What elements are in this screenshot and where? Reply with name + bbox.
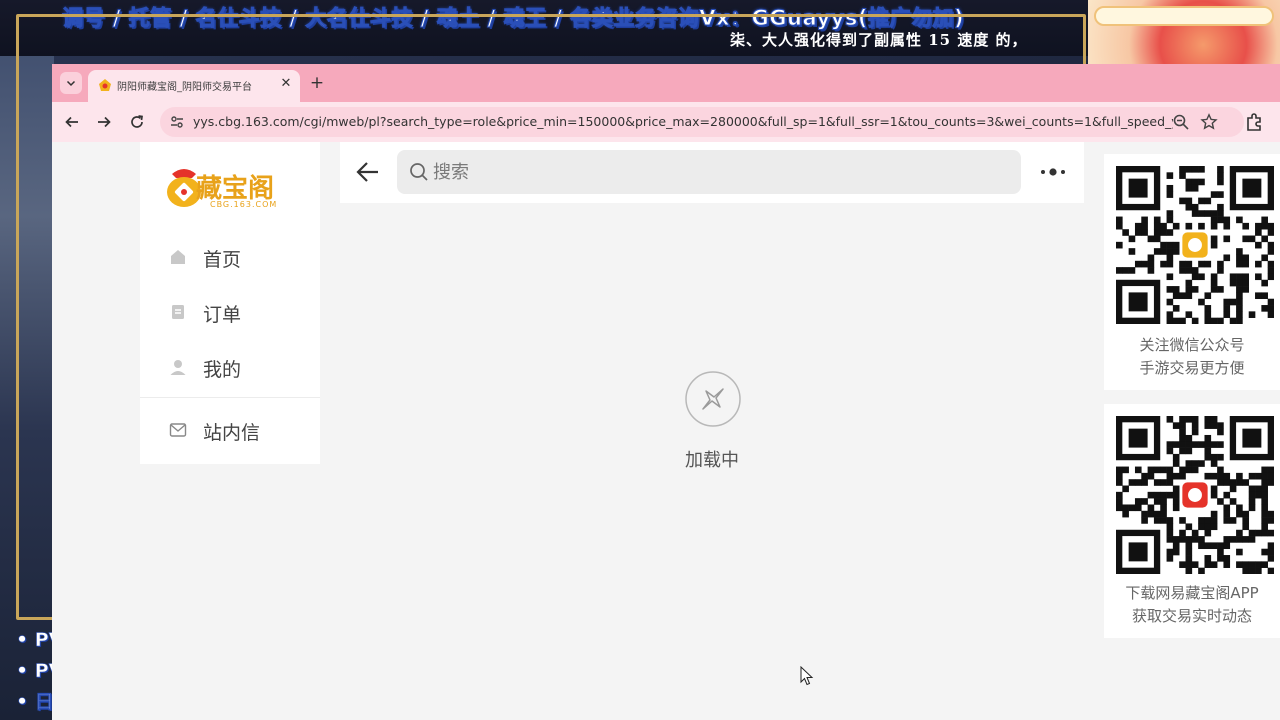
side-bullet-list: • PV • PV • 日 xyxy=(16,626,56,719)
qr-caption-line: 获取交易实时动态 xyxy=(1131,607,1252,625)
order-icon xyxy=(172,305,184,319)
tab-close-icon[interactable]: ✕ xyxy=(276,74,296,94)
url-text[interactable]: yys.cbg.163.com/cgi/mweb/pl?search_type=… xyxy=(193,114,1173,129)
browser-window: 阴阳师藏宝阁_阴阳师交易平台 ✕ + yys.cbg.163.com/cgi/m… xyxy=(52,64,1280,720)
tab-strip: 阴阳师藏宝阁_阴阳师交易平台 ✕ + xyxy=(52,64,1280,102)
app-qr-code xyxy=(1116,416,1274,574)
zoom-icon[interactable] xyxy=(1172,113,1190,131)
qr-caption-line: 手游交易更方便 xyxy=(1139,359,1245,377)
qr-card-app: 下载网易藏宝阁APP 获取交易实时动态 xyxy=(1104,404,1280,638)
address-bar[interactable]: yys.cbg.163.com/cgi/mweb/pl?search_type=… xyxy=(160,107,1244,137)
back-arrow-icon[interactable] xyxy=(354,158,382,186)
qr-caption-line: 关注微信公众号 xyxy=(1139,336,1245,354)
arrow-left-icon xyxy=(65,116,78,128)
mail-icon xyxy=(169,423,187,437)
mouse-cursor-icon xyxy=(800,666,814,686)
tab-active[interactable]: 阴阳师藏宝阁_阴阳师交易平台 ✕ xyxy=(88,70,300,102)
user-icon xyxy=(170,360,186,375)
qr-card-wechat: 关注微信公众号 手游交易更方便 xyxy=(1104,154,1280,390)
site-info-icon[interactable] xyxy=(168,113,186,131)
tab-title: 阴阳师藏宝阁_阴阳师交易平台 xyxy=(117,82,252,93)
nav-divider xyxy=(140,397,320,398)
nav-item-orders[interactable]: 订单 xyxy=(140,288,320,336)
logo-subtitle: CBG.163.COM xyxy=(210,200,278,209)
nav-item-label: 我的 xyxy=(203,359,242,381)
side-bullet: • 日 xyxy=(16,691,54,714)
reload-icon xyxy=(131,115,143,128)
nav-item-label: 首页 xyxy=(203,249,242,271)
more-options-icon[interactable] xyxy=(1036,160,1070,184)
avatar-name-pill xyxy=(1094,6,1274,26)
arrow-right-icon xyxy=(98,116,111,128)
back-button[interactable] xyxy=(58,108,86,136)
tab-search-button[interactable] xyxy=(60,72,82,94)
chevron-down-icon xyxy=(66,80,76,87)
new-tab-button[interactable]: + xyxy=(306,72,328,94)
cbg-logo[interactable]: 藏宝阁 CBG.163.COM xyxy=(164,162,294,212)
forward-button[interactable] xyxy=(90,108,118,136)
side-bullet: • PV xyxy=(16,629,56,652)
nav-item-label: 订单 xyxy=(203,304,242,326)
side-nav: 藏宝阁 CBG.163.COM 首页 订单 我的 站内信 xyxy=(140,142,320,464)
bookmark-star-icon[interactable] xyxy=(1200,113,1218,131)
wechat-qr-code xyxy=(1116,166,1274,324)
nav-item-messages[interactable]: 站内信 xyxy=(140,406,320,454)
home-icon xyxy=(171,250,185,264)
loading-text: 加载中 xyxy=(685,450,739,471)
browser-toolbar: yys.cbg.163.com/cgi/mweb/pl?search_type=… xyxy=(52,102,1280,142)
search-header xyxy=(340,142,1084,203)
search-box[interactable] xyxy=(397,150,1021,194)
search-input[interactable] xyxy=(433,156,993,188)
extensions-icon[interactable] xyxy=(1244,112,1264,132)
loading-spinner-icon xyxy=(685,371,741,427)
search-icon xyxy=(410,163,428,181)
nav-item-mine[interactable]: 我的 xyxy=(140,343,320,391)
reload-button[interactable] xyxy=(123,108,151,136)
cbg-favicon-icon xyxy=(99,79,111,91)
nav-item-label: 站内信 xyxy=(203,422,261,444)
qr-caption-line: 下载网易藏宝阁APP xyxy=(1125,584,1259,602)
nav-item-home[interactable]: 首页 xyxy=(140,233,320,281)
side-bullet: • PV xyxy=(16,660,56,683)
page-viewport: 藏宝阁 CBG.163.COM 首页 订单 我的 站内信 搜索 加载中 关注微信… xyxy=(52,142,1280,720)
